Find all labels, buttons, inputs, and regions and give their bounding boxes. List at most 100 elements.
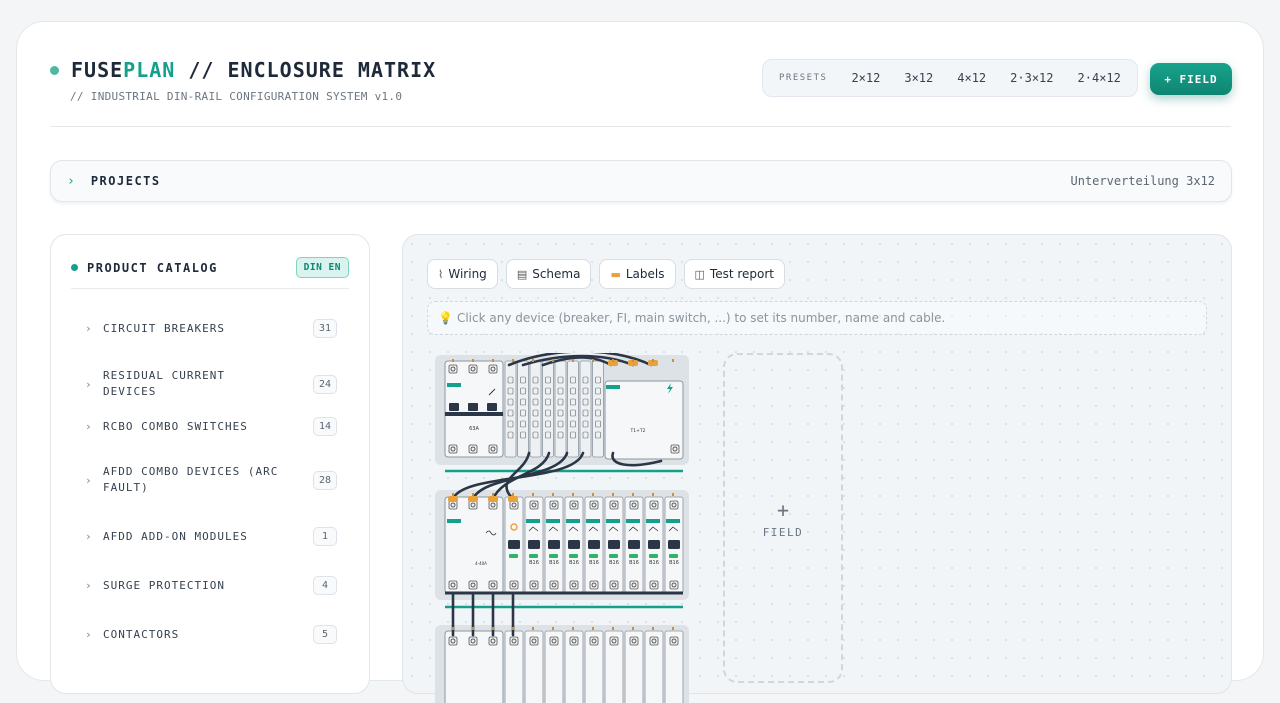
count-badge: 4 — [313, 576, 337, 595]
terminal-block — [542, 360, 554, 458]
preset-3x12[interactable]: 3×12 — [892, 71, 945, 85]
app-window: FUSEPLAN // ENCLOSURE MATRIX // INDUSTRI… — [16, 21, 1264, 703]
screw-terminal — [468, 364, 478, 374]
presets-label: PRESETS — [779, 73, 828, 83]
catalog-item-surge-protection[interactable]: › SURGE PROTECTION 4 — [85, 576, 337, 595]
terminal-tab — [592, 359, 594, 362]
standard-badge: DIN EN — [295, 257, 349, 278]
catalog-item-contactors[interactable]: › CONTACTORS 5 — [85, 625, 337, 644]
status-indicator — [549, 554, 558, 558]
workspace-toolbar: ⌇ Wiring ▤ Schema ▬ Labels ◫ Test report — [427, 259, 786, 289]
brand-label — [646, 519, 660, 523]
catalog-item-rcbo[interactable]: › RCBO COMBO SWITCHES 14 — [85, 417, 337, 436]
brand-label — [566, 519, 580, 523]
breaker-toggle — [608, 540, 620, 549]
labels-button[interactable]: ▬ Labels — [599, 259, 676, 289]
enclosure-workspace: ⌇ Wiring ▤ Schema ▬ Labels ◫ Test report 💡 Cl… — [402, 234, 1232, 703]
screw-terminal — [649, 580, 659, 590]
preset-4x12[interactable]: 4×12 — [945, 71, 998, 85]
catalog-item-afdd-combo[interactable]: › AFDD COMBO DEVICES (ARC FAULT) 28 — [85, 464, 337, 496]
screw-terminal — [468, 580, 478, 590]
preset-2-4x12[interactable]: 2·4×12 — [1066, 71, 1133, 85]
screw-terminal — [609, 500, 619, 510]
switch-handle — [449, 403, 459, 411]
screw-terminal — [649, 500, 659, 510]
catalog-item-rcd[interactable]: › RESIDUAL CURRENT DEVICES 24 — [85, 368, 337, 400]
enclosure-diagram[interactable]: 63A T1+T2 4-40A B16 B16 B16 B16 B16 B16 B16 B16 — [433, 353, 691, 703]
screw-terminal — [468, 500, 478, 510]
terminal-tab — [472, 359, 474, 362]
cable-connector — [448, 496, 458, 502]
screw-terminal — [670, 444, 680, 454]
screw-terminal — [468, 636, 478, 646]
terminal-tab — [592, 627, 594, 630]
status-indicator — [509, 554, 518, 558]
count-badge: 1 — [313, 527, 337, 546]
brand-label — [526, 519, 540, 523]
projects-label: PROJECTS — [90, 174, 161, 188]
screw-terminal — [529, 500, 539, 510]
app-subtitle: // INDUSTRIAL DIN-RAIL CONFIGURATION SYS… — [70, 90, 403, 103]
screw-terminal — [609, 636, 619, 646]
terminal-tab — [472, 627, 474, 630]
screw-terminal — [629, 500, 639, 510]
terminal-tab — [532, 359, 534, 362]
hint-box: 💡 Click any device (breaker, FI, main swi… — [427, 301, 1207, 335]
rcd-rating: 4-40A — [475, 561, 487, 566]
status-indicator — [669, 554, 678, 558]
terminal-tab — [452, 627, 454, 630]
preset-2-3x12[interactable]: 2·3×12 — [998, 71, 1065, 85]
preset-2x12[interactable]: 2×12 — [839, 71, 892, 85]
new-field-slot[interactable]: + FIELD — [723, 353, 843, 683]
screw-terminal — [448, 636, 458, 646]
brand-label — [586, 519, 600, 523]
projects-bar[interactable]: › PROJECTS Unterverteilung 3x12 — [50, 160, 1232, 202]
breaker-rating: B16 — [609, 560, 619, 566]
main-switch-rating: 63A — [469, 426, 479, 432]
screw-terminal — [569, 636, 579, 646]
screw-terminal — [589, 580, 599, 590]
breaker-rating: B16 — [649, 560, 659, 566]
screw-terminal — [448, 580, 458, 590]
wiring-button[interactable]: ⌇ Wiring — [427, 259, 498, 289]
terminal-tab — [532, 493, 534, 496]
screw-terminal — [609, 580, 619, 590]
terminal-tab — [672, 493, 674, 496]
breaker-toggle — [628, 540, 640, 549]
breaker-rating: B16 — [569, 560, 579, 566]
screw-terminal — [669, 500, 679, 510]
terminal-tab — [452, 359, 454, 362]
label-icon: ▬ — [610, 267, 621, 281]
screw-terminal — [448, 500, 458, 510]
breaker-rating: B16 — [529, 560, 539, 566]
add-field-button[interactable]: + FIELD — [1150, 63, 1232, 95]
test-report-button[interactable]: ◫ Test report — [683, 259, 786, 289]
terminal-tab — [452, 493, 454, 496]
count-badge: 28 — [313, 470, 337, 490]
plus-icon: + — [776, 497, 790, 522]
screw-terminal — [649, 636, 659, 646]
terminal-tab — [592, 493, 594, 496]
terminal-block — [554, 360, 567, 458]
catalog-item-afdd-addon[interactable]: › AFDD ADD-ON MODULES 1 — [85, 527, 337, 546]
terminal-tab — [512, 359, 514, 362]
terminal-tab — [652, 627, 654, 630]
breaker-toggle — [548, 540, 560, 549]
breaker-toggle — [588, 540, 600, 549]
catalog-dot — [71, 264, 78, 271]
status-indicator — [649, 554, 658, 558]
terminal-tab — [672, 359, 674, 362]
status-indicator — [589, 554, 598, 558]
screw-terminal — [669, 636, 679, 646]
count-badge: 31 — [313, 319, 337, 338]
screw-terminal — [529, 636, 539, 646]
schema-button[interactable]: ▤ Schema — [505, 259, 592, 289]
rcd[interactable] — [444, 496, 504, 594]
catalog-item-circuit-breakers[interactable]: › CIRCUIT BREAKERS 31 — [85, 319, 337, 338]
screw-terminal — [468, 444, 478, 454]
catalog-divider — [71, 288, 349, 289]
terminal-tab — [652, 493, 654, 496]
screw-terminal — [488, 580, 498, 590]
terminal-tab — [632, 493, 634, 496]
screw-terminal — [448, 444, 458, 454]
